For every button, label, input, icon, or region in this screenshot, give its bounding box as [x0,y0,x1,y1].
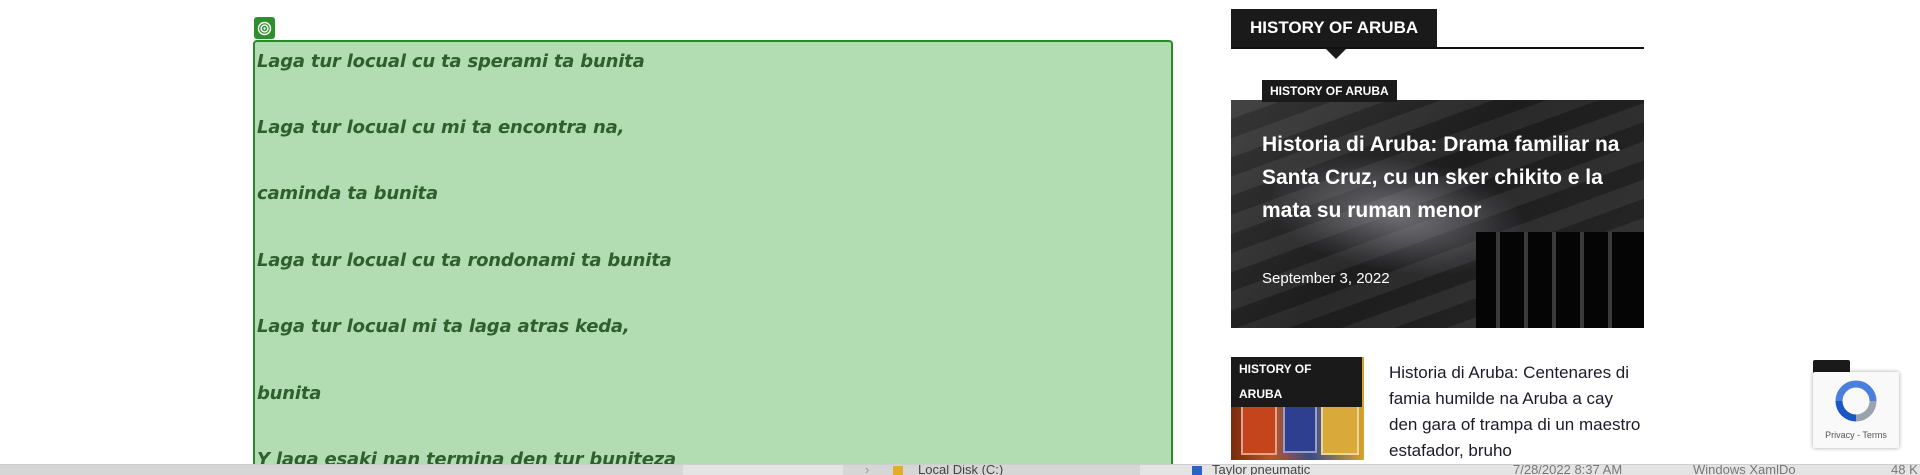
featured-category-badge[interactable]: HISTORY OF ARUBA [1262,80,1397,102]
poem-line: Laga tur locual cu mi ta encontra na, [257,117,625,138]
strip-segment [0,465,683,475]
word-doc-icon [1192,466,1202,475]
recaptcha-terms-link[interactable]: Privacy - Terms [1813,430,1899,440]
featured-article-title[interactable]: Historia di Aruba: Drama familiar na San… [1262,128,1622,227]
local-disk-label[interactable]: Local Disk (C:) [918,465,1003,475]
featured-article-card[interactable]: Historia di Aruba: Drama familiar na San… [1231,100,1644,328]
poem-line: caminda ta bunita [257,183,438,204]
poem-block: Laga tur locual cu ta sperami ta bunita … [253,40,1173,475]
secondary-article-title[interactable]: Historia di Aruba: Centenares di famia h… [1389,360,1644,464]
underlying-window-strip: › Local Disk (C:) Taylor pneumatic 7/28/… [0,464,1920,475]
target-icon[interactable] [254,17,275,39]
section-title[interactable]: HISTORY OF ARUBA [1231,9,1438,47]
secondary-category-badge[interactable]: HISTORY OF ARUBA [1231,357,1362,407]
section-header: HISTORY OF ARUBA [1231,9,1644,59]
poem-line: bunita [257,383,322,404]
jail-bars-image [1476,232,1644,328]
recaptcha-icon [1835,380,1877,422]
section-tab-pointer [1326,49,1346,59]
recaptcha-badge[interactable]: Privacy - Terms [1813,372,1899,448]
file-timestamp: 7/28/2022 8:37 AM [1513,464,1623,475]
file-name-label[interactable]: Taylor pneumatic [1212,465,1310,475]
poem-line: Laga tur locual mi ta laga atras keda, [257,316,630,337]
file-size: 48 K [1891,464,1918,475]
chevron-right-icon: › [865,464,870,475]
drive-icon [893,466,903,475]
poem-line: Laga tur locual cu ta sperami ta bunita [257,51,645,72]
poem-line: Laga tur locual cu ta rondonami ta bunit… [257,250,672,271]
file-type: Windows XamlDo [1693,464,1796,475]
featured-article-date: September 3, 2022 [1262,270,1390,287]
